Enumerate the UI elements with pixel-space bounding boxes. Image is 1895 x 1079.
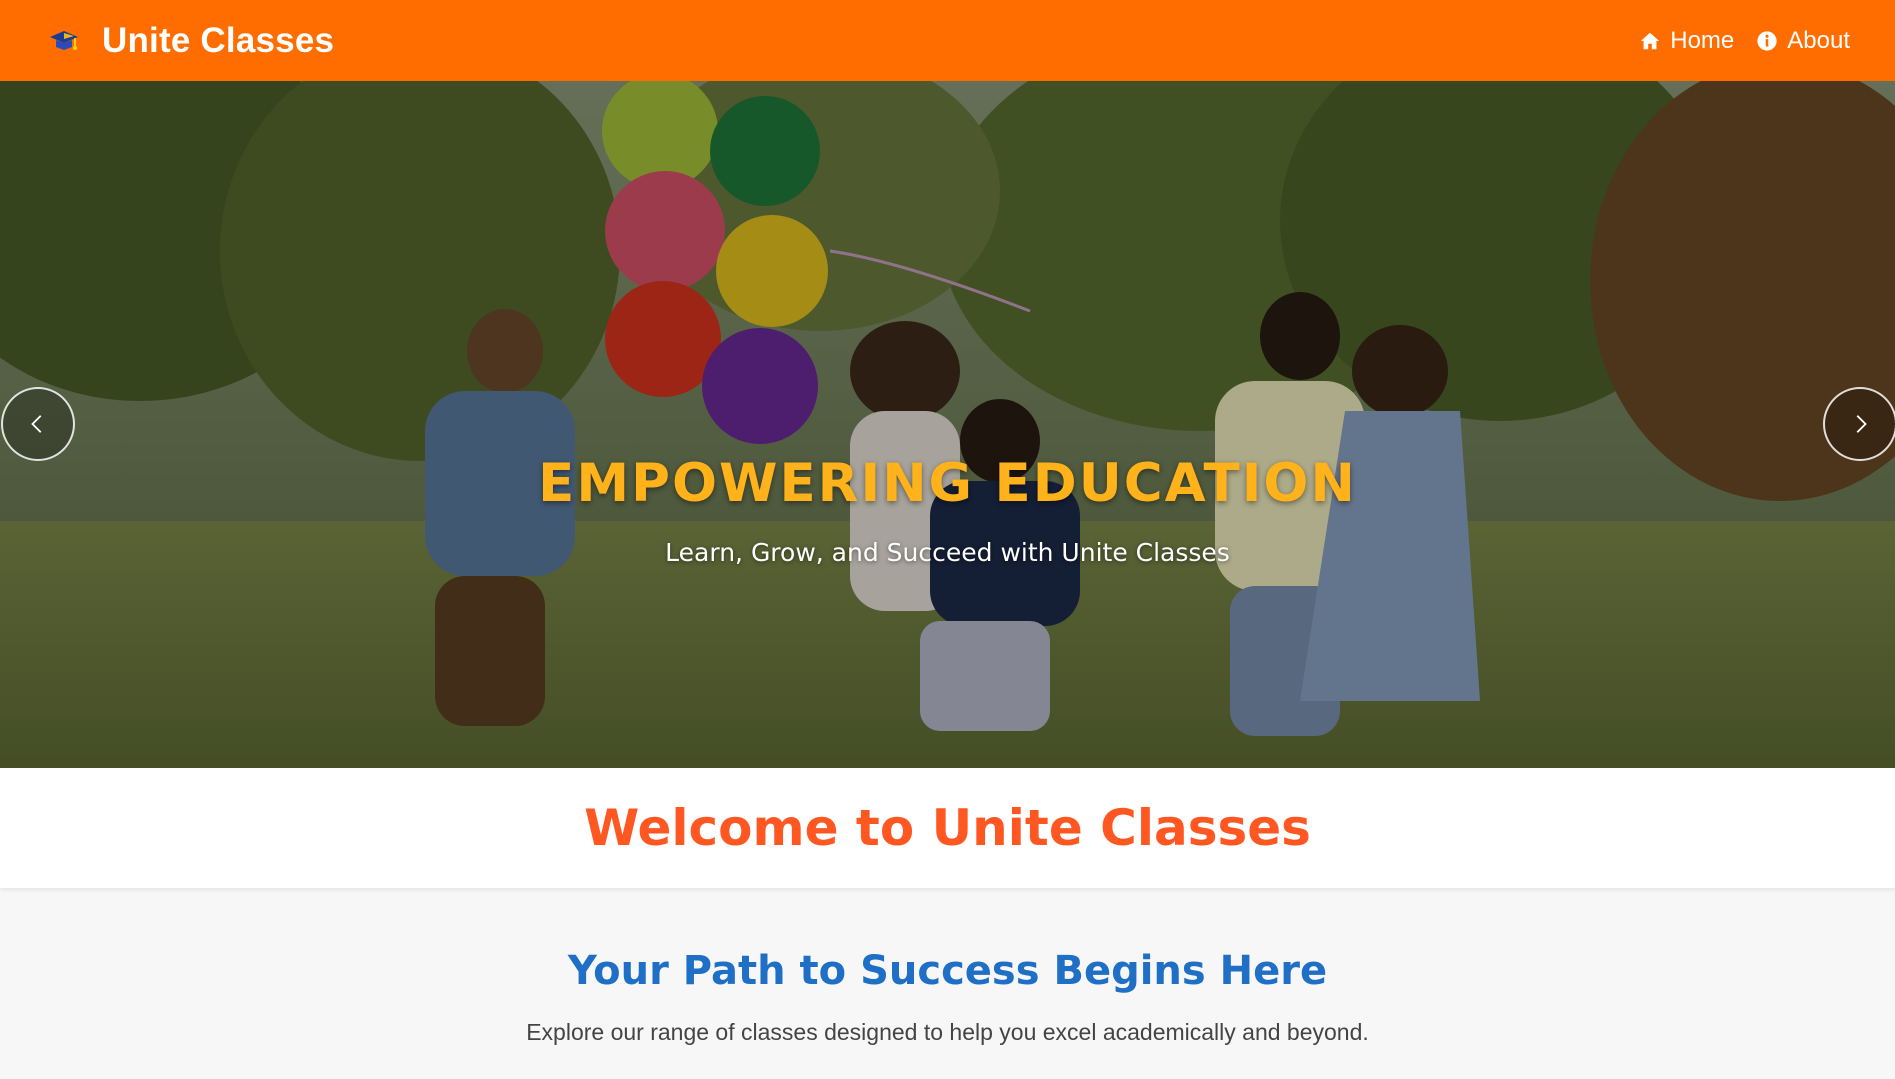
intro-title: Your Path to Success Begins Here — [567, 948, 1328, 994]
info-circle-icon — [1757, 30, 1777, 51]
intro-text: Explore our range of classes designed to… — [526, 1019, 1369, 1045]
carousel-next-button[interactable] — [1823, 387, 1895, 461]
nav-link-home-label: Home — [1670, 26, 1735, 54]
brand[interactable]: Unite Classes — [48, 21, 334, 61]
hero-overlay — [0, 81, 1895, 768]
hero-subtitle: Learn, Grow, and Succeed with Unite Clas… — [665, 538, 1230, 567]
chevron-left-icon — [31, 415, 42, 433]
nav-link-about[interactable]: About — [1756, 27, 1850, 55]
nav-link-home[interactable]: Home — [1639, 27, 1734, 55]
hero-caption: EMPOWERING EDUCATION Learn, Grow, and Su… — [0, 453, 1895, 567]
welcome-title: Welcome to Unite Classes — [584, 799, 1311, 857]
welcome-section: Welcome to Unite Classes — [0, 768, 1895, 888]
chevron-right-icon — [1856, 415, 1867, 433]
intro-section: Your Path to Success Begins Here Explore… — [0, 890, 1895, 1079]
navbar: Unite Classes Home About — [0, 0, 1895, 81]
nav-link-about-label: About — [1787, 26, 1850, 54]
graduation-cap-icon — [50, 30, 78, 50]
brand-name: Unite Classes — [102, 20, 335, 60]
hero-carousel: EMPOWERING EDUCATION Learn, Grow, and Su… — [0, 81, 1895, 768]
nav-links: Home About — [1639, 27, 1850, 55]
carousel-prev-button[interactable] — [1, 387, 75, 461]
hero-title: EMPOWERING EDUCATION — [538, 453, 1357, 514]
home-icon — [1641, 32, 1660, 49]
